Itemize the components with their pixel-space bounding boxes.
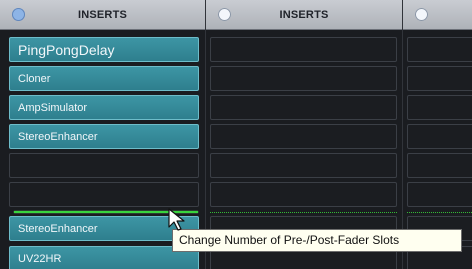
inserts-header-label: INSERTS (77, 8, 128, 21)
insert-slot-label: AmpSimulator (18, 101, 88, 114)
insert-slot-6[interactable] (210, 182, 397, 207)
mixer-inserts-panel: INSERTS PingPongDelay Cloner AmpSimulato… (0, 0, 472, 269)
inserts-header[interactable]: INSERTS (206, 0, 402, 30)
insert-slot-1[interactable]: PingPongDelay (9, 37, 199, 62)
inserts-bypass-toggle-icon[interactable] (218, 8, 231, 21)
mouse-pointer-icon (168, 208, 185, 231)
insert-slot-3[interactable] (210, 95, 397, 120)
insert-slot-4[interactable] (210, 124, 397, 149)
insert-slot-2[interactable] (407, 66, 472, 91)
insert-slot-5[interactable] (9, 153, 199, 178)
insert-slot-4[interactable] (407, 124, 472, 149)
insert-slot-3[interactable]: AmpSimulator (9, 95, 199, 120)
insert-slot-6[interactable] (9, 182, 199, 207)
insert-slot-8[interactable]: UV22HR (9, 246, 199, 269)
inserts-bypass-toggle-icon[interactable] (12, 8, 25, 21)
tooltip: Change Number of Pre-/Post-Fader Slots (172, 229, 462, 252)
inserts-bypass-toggle-icon[interactable] (415, 8, 428, 21)
insert-slot-label: PingPongDelay (18, 41, 115, 58)
insert-slot-2[interactable] (210, 66, 397, 91)
insert-slot-label: Cloner (18, 72, 51, 85)
pre-post-fader-divider[interactable] (407, 212, 472, 213)
insert-slot-label: StereoEnhancer (18, 222, 98, 235)
inserts-header-label: INSERTS (279, 8, 329, 21)
inserts-header[interactable]: INSERTS (0, 0, 205, 30)
insert-slot-5[interactable] (407, 153, 472, 178)
insert-slot-label: StereoEnhancer (18, 130, 98, 143)
insert-slot-3[interactable] (407, 95, 472, 120)
insert-slot-label: UV22HR (18, 252, 62, 265)
insert-slot-1[interactable] (210, 37, 397, 62)
insert-slot-6[interactable] (407, 182, 472, 207)
insert-slot-1[interactable] (407, 37, 472, 62)
insert-slot-2[interactable]: Cloner (9, 66, 199, 91)
insert-slot-4[interactable]: StereoEnhancer (9, 124, 199, 149)
pre-post-fader-divider[interactable] (210, 212, 397, 213)
inserts-header[interactable] (403, 0, 472, 30)
insert-slot-5[interactable] (210, 153, 397, 178)
